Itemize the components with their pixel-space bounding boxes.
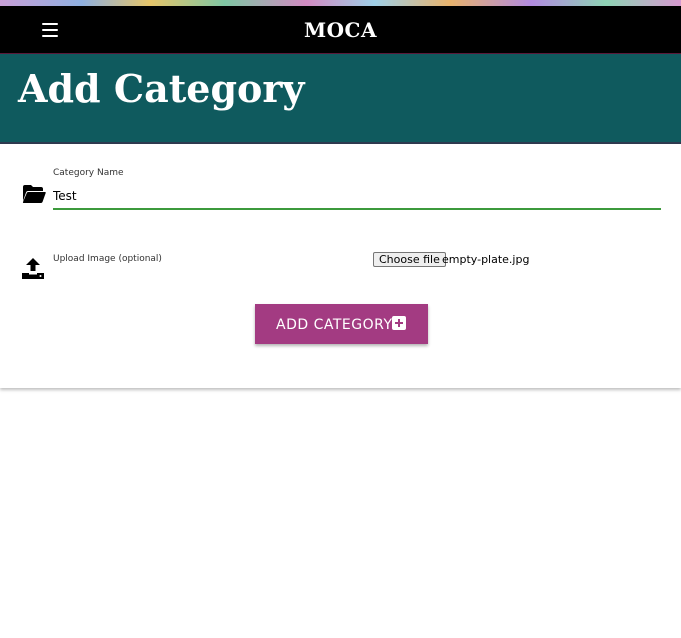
plus-square-icon xyxy=(392,316,406,330)
brand-logo[interactable]: MOCA xyxy=(0,18,681,42)
upload-image-label: Upload Image (optional) xyxy=(53,254,162,264)
folder-open-icon xyxy=(22,185,46,203)
category-name-label: Category Name xyxy=(53,168,124,178)
top-navigation-bar: MOCA xyxy=(0,6,681,54)
selected-file-name: empty-plate.jpg xyxy=(442,253,530,266)
add-category-button-label: ADD CATEGORY xyxy=(276,317,393,333)
category-name-input[interactable] xyxy=(53,184,661,210)
choose-file-button[interactable]: Choose file xyxy=(373,252,446,267)
upload-icon xyxy=(22,258,44,279)
add-category-form: Category Name Upload Image (optional) Ch… xyxy=(0,144,681,388)
page-title: Add Category xyxy=(18,66,305,111)
add-category-button[interactable]: ADD CATEGORY xyxy=(255,304,428,344)
page-header: Add Category xyxy=(0,54,681,144)
